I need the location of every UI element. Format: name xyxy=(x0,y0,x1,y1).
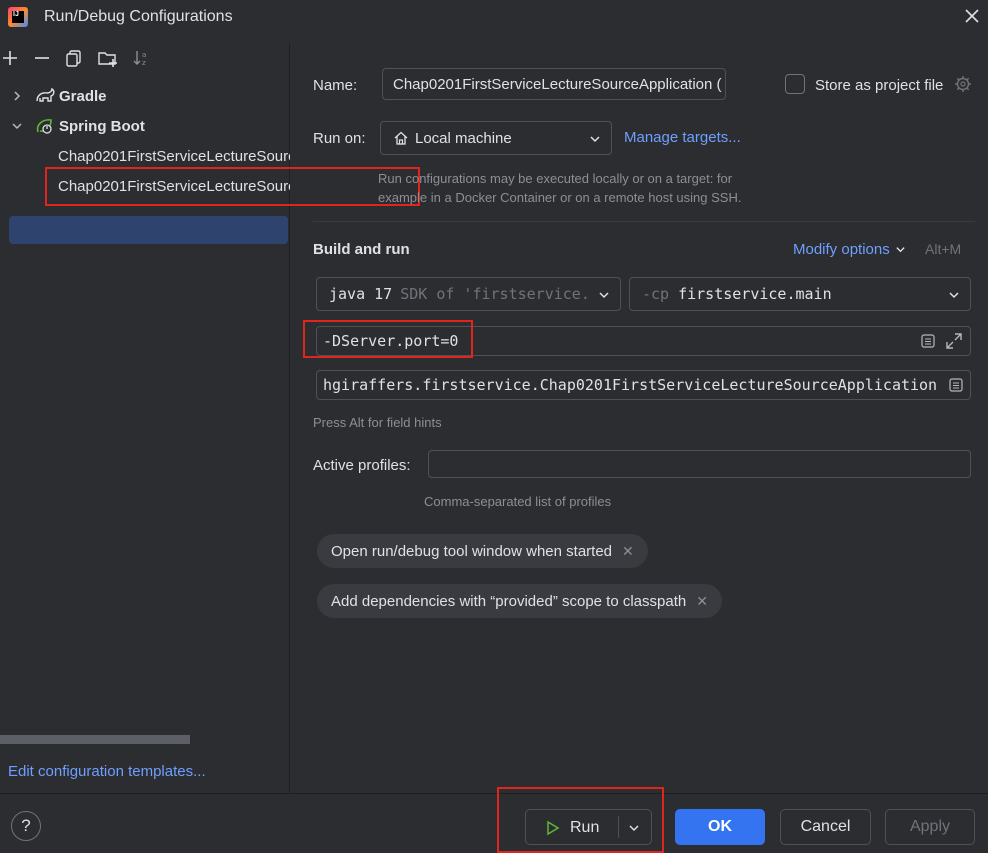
expand-text-icon[interactable] xyxy=(920,333,936,349)
classpath-module: firstservice.main xyxy=(678,285,832,303)
footer-divider xyxy=(0,793,988,794)
close-icon[interactable] xyxy=(962,6,982,26)
tree-item-spring-boot[interactable]: Spring Boot xyxy=(10,113,280,139)
add-icon[interactable] xyxy=(0,48,20,68)
annotation-highlight-run xyxy=(497,787,664,853)
edit-templates-link[interactable]: Edit configuration templates... xyxy=(8,763,206,780)
chevron-down-icon xyxy=(949,292,959,299)
classpath-prefix: -cp xyxy=(642,285,670,303)
run-on-label: Run on: xyxy=(313,130,366,147)
main-class-input[interactable]: hgiraffers.firstservice.Chap0201FirstSer… xyxy=(316,370,971,400)
build-and-run-heading: Build and run xyxy=(313,241,410,258)
run-on-hint-line-1: Run configurations may be executed local… xyxy=(378,171,733,186)
ok-label: OK xyxy=(708,818,732,835)
configurations-tree-panel: az Gradle Spring Boot Chap0201FirstServi… xyxy=(0,44,290,793)
name-input-value: Chap0201FirstServiceLectureSourceApplica… xyxy=(393,76,722,93)
sort-icon[interactable]: az xyxy=(131,48,151,68)
help-icon: ? xyxy=(21,816,31,835)
name-input[interactable]: Chap0201FirstServiceLectureSourceApplica… xyxy=(382,68,726,100)
browse-class-icon[interactable] xyxy=(948,377,964,393)
name-label: Name: xyxy=(313,77,358,94)
chevron-right-icon[interactable] xyxy=(10,89,24,103)
svg-text:a: a xyxy=(142,51,146,59)
modify-options-link[interactable]: Modify options xyxy=(793,241,906,258)
remove-icon[interactable] xyxy=(32,48,52,68)
gear-icon[interactable] xyxy=(953,74,973,94)
active-profiles-hint: Comma-separated list of profiles xyxy=(424,494,612,509)
store-as-project-label: Store as project file xyxy=(815,77,944,94)
tree-label-gradle: Gradle xyxy=(59,87,107,105)
field-hints-note: Press Alt for field hints xyxy=(313,415,442,430)
tree-selection-highlight xyxy=(9,216,288,244)
store-as-project-checkbox[interactable] xyxy=(785,74,805,94)
apply-button[interactable]: Apply xyxy=(885,809,975,845)
active-profiles-input[interactable] xyxy=(428,450,971,478)
ok-button[interactable]: OK xyxy=(675,809,765,845)
option-chip-provided-scope[interactable]: Add dependencies with “provided” scope t… xyxy=(317,584,722,618)
help-button[interactable]: ? xyxy=(11,811,41,841)
modify-options-shortcut: Alt+M xyxy=(925,241,962,257)
apply-label: Apply xyxy=(909,818,951,835)
classpath-select[interactable]: -cp firstservice.main xyxy=(629,277,971,311)
horizontal-scrollbar[interactable] xyxy=(0,735,190,744)
tree-item-config-1[interactable]: Chap0201FirstServiceLectureSourceApplica… xyxy=(58,143,290,169)
tree-item-gradle[interactable]: Gradle xyxy=(10,83,280,109)
cancel-button[interactable]: Cancel xyxy=(780,809,871,845)
tree-label-spring-boot: Spring Boot xyxy=(59,117,145,135)
maximize-icon[interactable] xyxy=(944,331,964,351)
spring-boot-icon xyxy=(36,119,52,134)
chevron-down-icon xyxy=(896,247,905,253)
jdk-select[interactable]: java 17 SDK of 'firstservice. xyxy=(316,277,621,311)
section-divider xyxy=(313,221,975,222)
remove-chip-icon[interactable]: ✕ xyxy=(696,593,708,610)
chevron-down-icon xyxy=(590,136,600,143)
chevron-down-icon[interactable] xyxy=(10,119,24,133)
remove-chip-icon[interactable]: ✕ xyxy=(622,543,634,560)
tree-label-config-1: Chap0201FirstServiceLectureSourceApplica… xyxy=(58,147,290,165)
run-on-hint-line-2: example in a Docker Container or on a re… xyxy=(378,190,742,205)
main-class-value: hgiraffers.firstservice.Chap0201FirstSer… xyxy=(323,376,938,394)
active-profiles-label: Active profiles: xyxy=(313,457,411,474)
run-on-value: Local machine xyxy=(415,129,512,147)
intellij-logo-icon: IJ xyxy=(8,7,28,27)
jdk-description: SDK of 'firstservice. xyxy=(400,285,590,303)
home-icon xyxy=(394,131,408,145)
cancel-label: Cancel xyxy=(800,818,851,835)
option-chip-open-tool-window[interactable]: Open run/debug tool window when started ✕ xyxy=(317,534,648,568)
annotation-highlight-vm-options xyxy=(303,320,473,358)
svg-text:z: z xyxy=(142,59,146,67)
new-folder-icon[interactable] xyxy=(97,48,119,68)
annotation-highlight-config xyxy=(45,167,420,206)
chevron-down-icon xyxy=(599,292,609,299)
run-on-select[interactable]: Local machine xyxy=(380,121,612,155)
title-bar: IJ Run/Debug Configurations xyxy=(0,0,988,36)
jdk-version: java 17 xyxy=(329,285,393,303)
gradle-icon xyxy=(36,87,55,102)
copy-icon[interactable] xyxy=(64,48,84,68)
chip-label: Open run/debug tool window when started xyxy=(331,542,613,560)
manage-targets-link[interactable]: Manage targets... xyxy=(624,129,741,146)
chip-label: Add dependencies with “provided” scope t… xyxy=(331,592,687,610)
modify-options-label: Modify options xyxy=(793,241,890,258)
window-title: Run/Debug Configurations xyxy=(44,8,233,25)
